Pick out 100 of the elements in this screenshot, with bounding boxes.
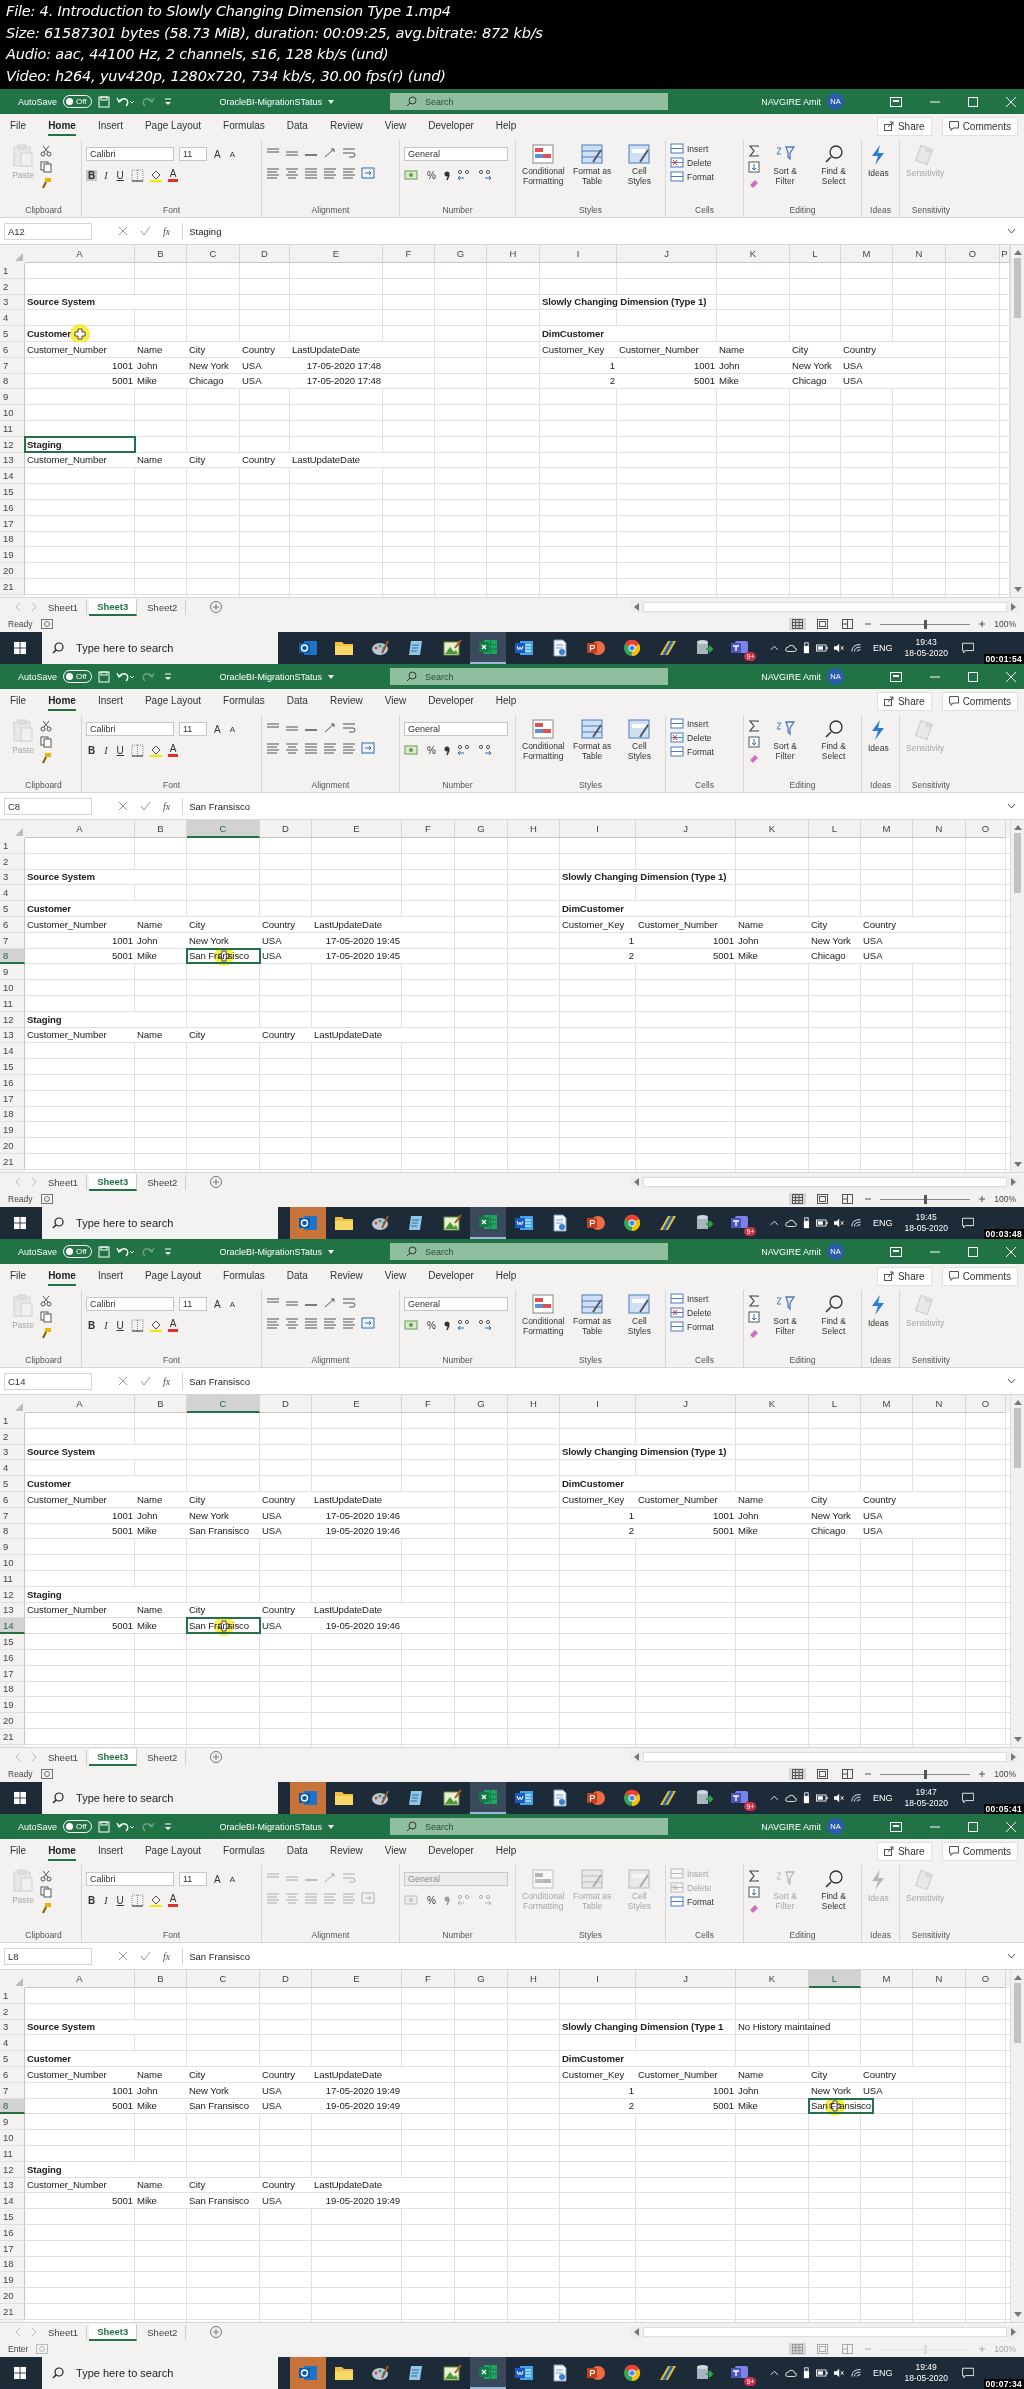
decrease-decimal-icon[interactable] [476, 169, 493, 181]
column-header[interactable]: M [841, 245, 893, 263]
row-header[interactable]: 20 [0, 563, 25, 579]
column-header[interactable]: L [809, 1395, 861, 1413]
orientation-icon[interactable] [323, 722, 337, 734]
fill-down-icon[interactable] [748, 1311, 760, 1323]
column-header[interactable]: M [861, 820, 913, 838]
database-icon[interactable] [694, 639, 715, 657]
column-header[interactable]: O [966, 820, 1006, 838]
presentation-app-icon[interactable] [586, 1214, 607, 1232]
volume-icon[interactable] [834, 643, 845, 653]
insert-function-button[interactable]: fx [163, 1950, 171, 1962]
ribbon-tab[interactable]: Formulas [223, 1841, 265, 1861]
grow-font-button[interactable]: A [212, 1298, 223, 1310]
zoom-in-icon[interactable] [978, 1770, 987, 1778]
database-icon[interactable] [694, 1789, 715, 1807]
column-header[interactable]: E [290, 245, 383, 263]
row-header[interactable]: 20 [0, 2288, 25, 2304]
row-header[interactable]: 10 [0, 405, 25, 421]
eraser-icon[interactable] [748, 177, 760, 189]
row-header[interactable]: 15 [0, 1059, 25, 1075]
column-header[interactable]: J [636, 820, 736, 838]
column-header[interactable]: K [736, 1970, 809, 1988]
spreadsheet-app-icon[interactable] [478, 1788, 499, 1806]
column-header[interactable]: B [135, 1395, 187, 1413]
sheet-tab[interactable]: Sheet1 [40, 1174, 88, 1190]
palette-icon[interactable] [370, 1214, 391, 1232]
row-header[interactable]: 1 [0, 263, 25, 279]
percent-style-button[interactable]: % [425, 744, 438, 756]
ribbon-tab[interactable]: File [10, 1266, 27, 1286]
undo-icon[interactable] [115, 1820, 134, 1833]
taskbar-search-field[interactable]: Type here to search [42, 1782, 279, 1814]
start-icon[interactable] [14, 1791, 27, 1805]
maximize-icon[interactable] [968, 96, 978, 107]
scrollbar-thumb[interactable] [1014, 1408, 1021, 1468]
ribbon-tab[interactable]: Review [329, 116, 363, 136]
volume-icon[interactable] [834, 1793, 845, 1803]
sheet-tab[interactable]: Sheet3 [89, 598, 138, 616]
browser-icon[interactable] [622, 639, 643, 657]
currency-icon[interactable] [404, 1319, 420, 1331]
cells-button[interactable]: Insert [670, 1293, 714, 1304]
increase-decimal-icon[interactable] [455, 744, 472, 756]
browser-icon[interactable] [622, 1789, 643, 1807]
cells-button[interactable]: Insert [670, 143, 714, 154]
ribbon-tab[interactable]: Home [48, 1841, 76, 1861]
scroll-left-icon[interactable] [633, 2328, 639, 2336]
row-header[interactable]: 10 [0, 1555, 25, 1571]
row-header[interactable]: 20 [0, 1138, 25, 1154]
column-header[interactable]: C [187, 1970, 260, 1988]
taskbar-app-button[interactable] [470, 2357, 507, 2389]
column-header[interactable]: B [135, 820, 187, 838]
wifi-icon[interactable] [850, 1793, 861, 1803]
column-header[interactable]: B [135, 1970, 187, 1988]
column-header[interactable]: F [402, 1395, 455, 1413]
orientation-icon[interactable] [323, 147, 337, 159]
document-app-icon[interactable] [514, 1214, 535, 1232]
ribbon-tab[interactable]: View [384, 116, 407, 136]
clock-time[interactable]: 19:47 [915, 1787, 937, 1798]
number-format-dropdown[interactable]: General [404, 722, 508, 736]
ribbon-tab[interactable]: Help [495, 691, 517, 711]
save-icon[interactable] [97, 1820, 110, 1833]
taskbar-search-field[interactable]: Type here to search [42, 1207, 279, 1239]
row-header[interactable]: 5 [0, 326, 25, 342]
start-icon[interactable] [14, 641, 27, 655]
taskbar-app-button[interactable] [470, 632, 507, 664]
fill-color-icon[interactable] [148, 169, 163, 182]
autosum-icon[interactable] [748, 1870, 760, 1882]
sheet-tab[interactable]: Sheet1 [40, 1749, 88, 1765]
cloud-icon[interactable] [785, 643, 798, 653]
customize-toolbar-icon[interactable] [163, 672, 172, 681]
column-header[interactable]: F [402, 1970, 455, 1988]
sheet-tab[interactable]: Sheet3 [89, 1173, 138, 1191]
scroll-left-icon[interactable] [633, 1753, 639, 1761]
cells-button[interactable]: Delete [670, 732, 714, 743]
undo-icon[interactable] [115, 1245, 134, 1258]
maximize-icon[interactable] [968, 1246, 978, 1257]
share-button[interactable]: Share [876, 1266, 932, 1286]
ribbon-tab[interactable]: Data [286, 691, 308, 711]
show-hidden-icons-icon[interactable] [770, 1219, 780, 1227]
row-header[interactable]: 5 [0, 2051, 25, 2067]
customize-toolbar-icon[interactable] [163, 1247, 172, 1256]
italic-button[interactable]: I [102, 170, 110, 181]
editing-button[interactable]: Sort & Filter [764, 1293, 807, 1337]
wrap-text-icon[interactable] [342, 1297, 356, 1309]
format-painter-icon[interactable] [40, 752, 52, 764]
formula-input[interactable]: San Fransisco [182, 797, 995, 815]
ribbon-tab[interactable]: Developer [428, 1266, 474, 1286]
row-header[interactable]: 9 [0, 389, 25, 406]
ideas-button[interactable]: Ideas [866, 143, 891, 179]
zoom-slider-thumb[interactable] [923, 1769, 927, 1779]
row-header[interactable]: 19 [0, 547, 25, 564]
row-header[interactable]: 9 [0, 2114, 25, 2131]
palette-icon[interactable] [370, 2364, 391, 2382]
column-header[interactable]: G [435, 245, 487, 263]
taskbar-app-button[interactable] [290, 1782, 327, 1814]
cells-button[interactable]: Format [670, 1321, 714, 1332]
spreadsheet-app-icon[interactable] [478, 638, 499, 656]
ribbon-tab[interactable]: Insert [97, 691, 123, 711]
column-header[interactable]: M [861, 1395, 913, 1413]
column-header[interactable]: K [736, 820, 809, 838]
